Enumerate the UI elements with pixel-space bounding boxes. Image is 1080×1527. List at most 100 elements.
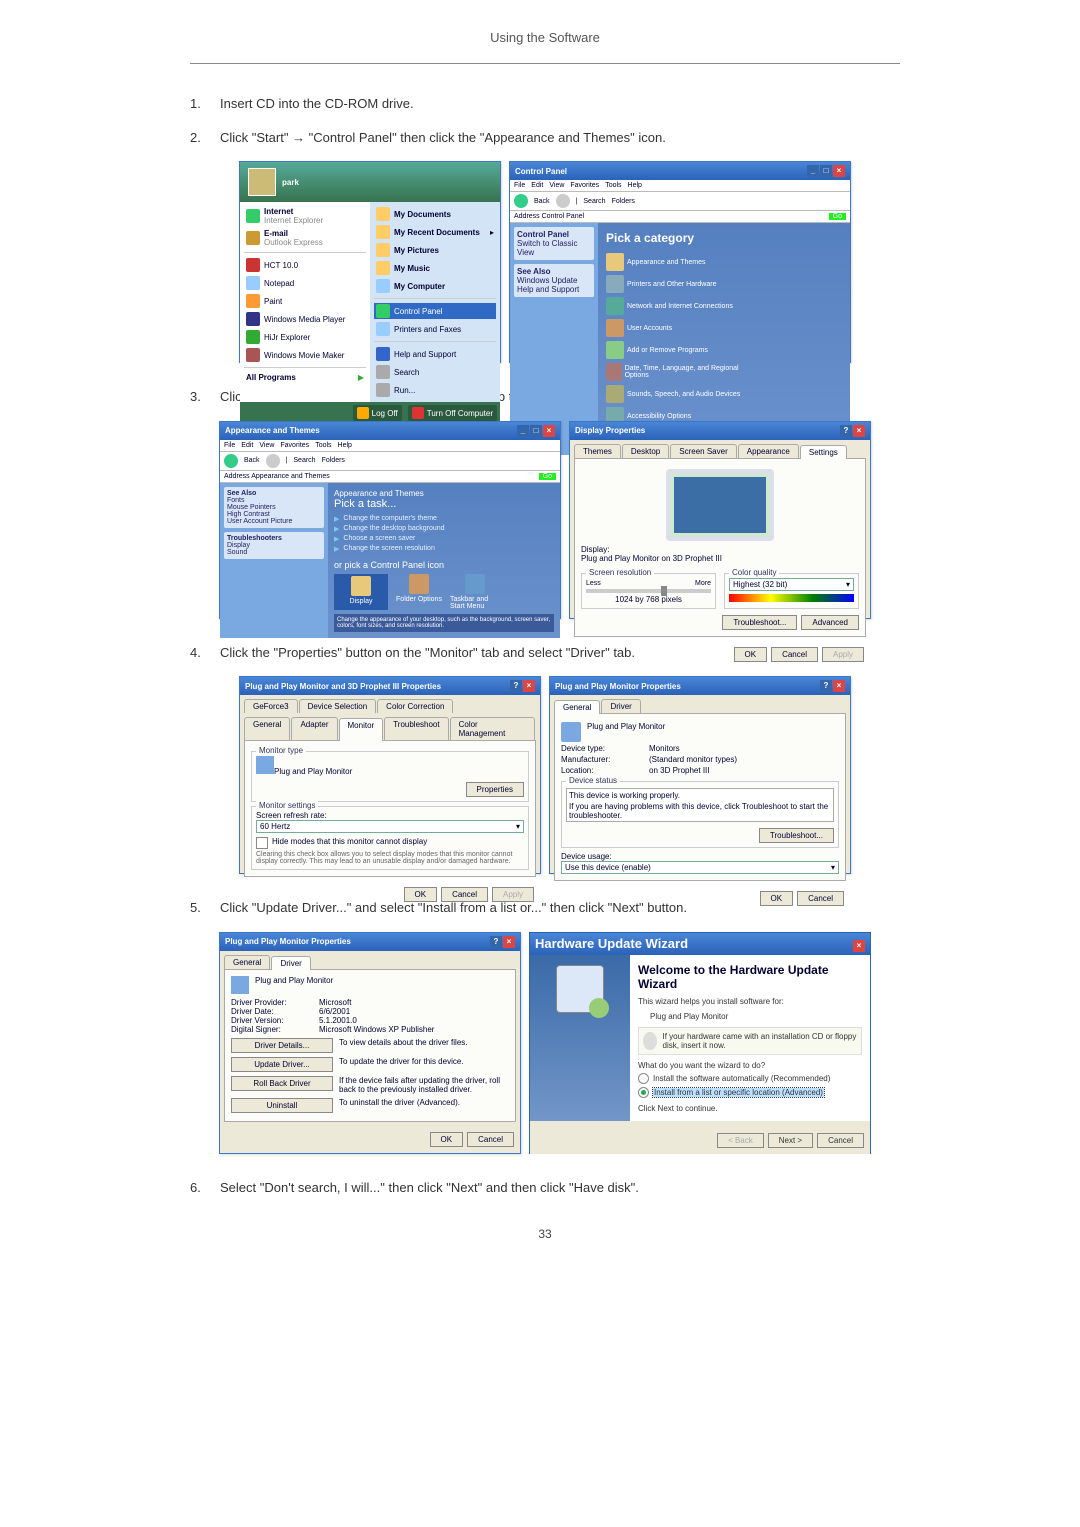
tab-themes[interactable]: Themes xyxy=(574,444,621,458)
cat-appearance[interactable]: Appearance and Themes xyxy=(606,253,746,271)
turnoff-button[interactable]: Turn Off Computer xyxy=(408,405,497,421)
close-button[interactable]: × xyxy=(833,165,845,177)
startmenu-recent[interactable]: My Recent Documents▸ xyxy=(374,224,496,240)
ok-button[interactable]: OK xyxy=(734,647,768,662)
startmenu-mycomp[interactable]: My Computer xyxy=(374,278,496,294)
startmenu-search[interactable]: Search xyxy=(374,364,496,380)
option-auto[interactable]: Install the software automatically (Reco… xyxy=(638,1073,862,1084)
display-properties-window: Display Properties ?× Themes Desktop Scr… xyxy=(569,421,871,619)
cancel-button[interactable]: Cancel xyxy=(771,647,818,662)
hide-modes-check[interactable]: Hide modes that this monitor cannot disp… xyxy=(256,837,524,849)
step-num: 1. xyxy=(190,94,220,114)
cat-sound[interactable]: Sounds, Speech, and Audio Devices xyxy=(606,385,746,403)
cat-addremove[interactable]: Add or Remove Programs xyxy=(606,341,746,359)
pnp-monitor-properties-window: Plug and Play Monitor Properties ?× Gene… xyxy=(549,676,851,874)
address-bar[interactable]: Address Control Panel Go xyxy=(510,211,850,223)
properties-button[interactable]: Properties xyxy=(466,782,524,797)
username: park xyxy=(282,178,299,187)
cp-icon-folder[interactable]: Folder Options xyxy=(394,574,444,610)
driver-tab-window: Plug and Play Monitor Properties ?× Gene… xyxy=(219,932,521,1154)
apply-button[interactable]: Apply xyxy=(822,647,864,662)
startmenu-app[interactable]: HCT 10.0 xyxy=(244,257,366,273)
tab-appearance[interactable]: Appearance xyxy=(738,444,799,458)
device-status-text: This device is working properly. If you … xyxy=(566,788,834,822)
tab-driver[interactable]: Driver xyxy=(601,699,640,713)
adapter-properties-window: Plug and Play Monitor and 3D Prophet III… xyxy=(239,676,541,874)
menu-bar: File Edit View Favorites Tools Help xyxy=(510,180,850,192)
startmenu-app[interactable]: HiJr Explorer xyxy=(244,329,366,345)
cancel-button[interactable]: Cancel xyxy=(817,1133,864,1148)
device-usage-combo[interactable]: Use this device (enable)▾ xyxy=(561,861,839,874)
appearance-themes-window: Appearance and Themes _□× File Edit View… xyxy=(219,421,561,619)
page-number: 33 xyxy=(190,1227,900,1241)
start-menu-window: park InternetInternet Explorer E-mailOut… xyxy=(239,161,501,363)
image-row-2: Appearance and Themes _□× File Edit View… xyxy=(190,421,900,619)
startmenu-email[interactable]: E-mailOutlook Express xyxy=(244,228,366,248)
cp-icon-display[interactable]: Display xyxy=(334,574,388,610)
hardware-update-wizard: Hardware Update Wizard × Welcome to the … xyxy=(529,932,871,1154)
window-titlebar: Control Panel _□× xyxy=(510,162,850,180)
cat-users[interactable]: User Accounts xyxy=(606,319,746,337)
step-text: Insert CD into the CD-ROM drive. xyxy=(220,94,900,114)
startmenu-run[interactable]: Run... xyxy=(374,382,496,398)
step-6: 6. Select "Don't search, I will..." then… xyxy=(190,1178,900,1198)
back-button[interactable]: < Back xyxy=(717,1133,764,1148)
cat-date[interactable]: Date, Time, Language, and Regional Optio… xyxy=(606,363,746,381)
monitor-icon xyxy=(561,722,581,742)
tab-settings[interactable]: Settings xyxy=(800,445,847,459)
next-button[interactable]: Next > xyxy=(768,1133,813,1148)
maximize-button[interactable]: □ xyxy=(820,165,832,177)
update-driver-button[interactable]: Update Driver... xyxy=(231,1057,333,1072)
image-row-1: park InternetInternet Explorer E-mailOut… xyxy=(190,161,900,363)
startmenu-music[interactable]: My Music xyxy=(374,260,496,276)
start-menu-user-header: park xyxy=(240,162,500,202)
cp-icon-taskbar[interactable]: Taskbar and Start Menu xyxy=(450,574,500,610)
back-icon[interactable] xyxy=(224,454,238,468)
control-panel-window: Control Panel _□× File Edit View Favorit… xyxy=(509,161,851,363)
startmenu-app[interactable]: Notepad xyxy=(244,275,366,291)
startmenu-controlpanel[interactable]: Control Panel xyxy=(374,303,496,319)
cat-printers[interactable]: Printers and Other Hardware xyxy=(606,275,746,293)
resolution-slider[interactable] xyxy=(586,589,711,593)
troubleshoot-button[interactable]: Troubleshoot... xyxy=(722,615,797,630)
startmenu-mydocs[interactable]: My Documents xyxy=(374,206,496,222)
monitor-preview xyxy=(666,469,774,541)
wizard-heading: Welcome to the Hardware Update Wizard xyxy=(638,963,862,991)
step-num: 2. xyxy=(190,128,220,148)
logoff-button[interactable]: Log Off xyxy=(353,405,402,421)
header-divider xyxy=(190,63,900,64)
troubleshoot-button[interactable]: Troubleshoot... xyxy=(759,828,834,843)
tab-screensaver[interactable]: Screen Saver xyxy=(670,444,736,458)
step-1: 1. Insert CD into the CD-ROM drive. xyxy=(190,94,900,114)
driver-details-button[interactable]: Driver Details... xyxy=(231,1038,333,1053)
cat-network[interactable]: Network and Internet Connections xyxy=(606,297,746,315)
startmenu-printers[interactable]: Printers and Faxes xyxy=(374,321,496,337)
image-row-4: Plug and Play Monitor Properties ?× Gene… xyxy=(190,932,900,1154)
tab-general[interactable]: General xyxy=(554,700,600,714)
step-num: 3. xyxy=(190,387,220,407)
startmenu-app[interactable]: Windows Media Player xyxy=(244,311,366,327)
toolbar: Back | Search Folders xyxy=(510,192,850,211)
wizard-sidebar xyxy=(530,955,630,1121)
startmenu-help[interactable]: Help and Support xyxy=(374,346,496,362)
fwd-icon[interactable] xyxy=(556,194,570,208)
startmenu-pics[interactable]: My Pictures xyxy=(374,242,496,258)
option-list[interactable]: Install from a list or specific location… xyxy=(638,1087,862,1098)
startmenu-internet[interactable]: InternetInternet Explorer xyxy=(244,206,366,226)
cd-icon xyxy=(643,1032,657,1050)
advanced-button[interactable]: Advanced xyxy=(801,615,859,630)
tab-desktop[interactable]: Desktop xyxy=(622,444,669,458)
color-quality-combo[interactable]: Highest (32 bit)▾ xyxy=(729,578,854,591)
uninstall-button[interactable]: Uninstall xyxy=(231,1098,333,1113)
page-header: Using the Software xyxy=(190,30,900,45)
user-avatar xyxy=(248,168,276,196)
startmenu-allprograms[interactable]: All Programs▶ xyxy=(244,372,366,383)
go-button[interactable]: Go xyxy=(829,213,846,220)
rollback-driver-button[interactable]: Roll Back Driver xyxy=(231,1076,333,1091)
minimize-button[interactable]: _ xyxy=(807,165,819,177)
wizard-icon xyxy=(556,965,604,1013)
startmenu-app[interactable]: Paint xyxy=(244,293,366,309)
back-icon[interactable] xyxy=(514,194,528,208)
startmenu-app[interactable]: Windows Movie Maker xyxy=(244,347,366,363)
refresh-rate-combo[interactable]: 60 Hertz▾ xyxy=(256,820,524,833)
